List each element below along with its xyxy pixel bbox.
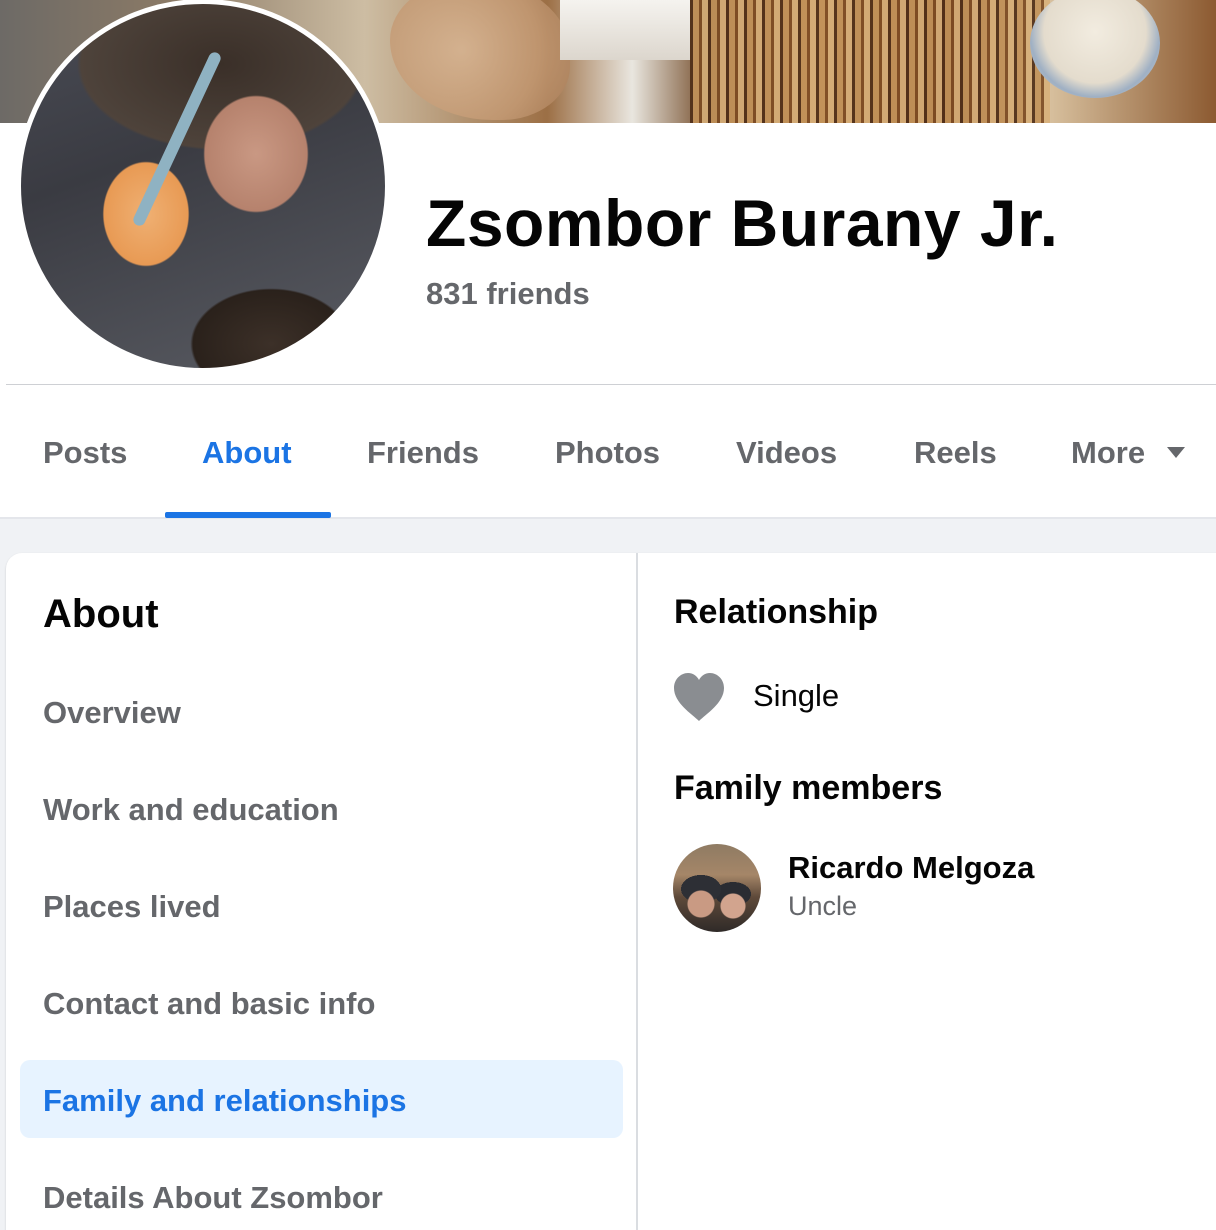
family-member-name[interactable]: Ricardo Melgoza xyxy=(788,850,1034,886)
heart-icon xyxy=(674,673,724,721)
tab-videos[interactable]: Videos xyxy=(736,435,837,471)
chevron-down-icon[interactable] xyxy=(1167,447,1185,458)
about-section-title: About xyxy=(43,592,159,636)
profile-header: Zsombor Burany Jr. 831 friends xyxy=(0,0,1216,386)
about-nav-contact-info[interactable]: Contact and basic info xyxy=(43,986,375,1022)
family-member-avatar[interactable] xyxy=(673,844,761,932)
profile-picture[interactable] xyxy=(16,0,390,373)
about-nav-work-education[interactable]: Work and education xyxy=(43,792,339,828)
profile-picture-straw xyxy=(131,50,223,228)
about-nav-family-relationships[interactable]: Family and relationships xyxy=(43,1083,406,1119)
profile-tabs: Posts About Friends Photos Videos Reels … xyxy=(0,385,1216,519)
tab-photos[interactable]: Photos xyxy=(555,435,660,471)
tab-friends[interactable]: Friends xyxy=(367,435,479,471)
about-nav-places-lived[interactable]: Places lived xyxy=(43,889,221,925)
tab-more[interactable]: More xyxy=(1071,435,1145,471)
cover-photo-hand xyxy=(390,0,570,120)
about-nav-overview[interactable]: Overview xyxy=(43,695,181,731)
about-nav-details[interactable]: Details About Zsombor xyxy=(43,1180,383,1216)
relationship-status: Single xyxy=(753,678,840,713)
cover-photo-textile xyxy=(690,0,1050,123)
family-member-relation: Uncle xyxy=(788,891,858,921)
profile-page: Zsombor Burany Jr. 831 friends Posts Abo… xyxy=(0,0,1216,1230)
active-tab-indicator xyxy=(165,512,331,518)
family-members-title: Family members xyxy=(674,769,943,807)
cover-photo-object xyxy=(560,0,690,60)
friends-count-link[interactable]: 831 friends xyxy=(426,276,590,312)
about-card-divider xyxy=(636,553,638,1230)
tab-about[interactable]: About xyxy=(202,435,292,471)
relationship-title: Relationship xyxy=(674,593,879,631)
tab-reels[interactable]: Reels xyxy=(914,435,997,471)
tab-posts[interactable]: Posts xyxy=(43,435,127,471)
profile-name: Zsombor Burany Jr. xyxy=(426,186,1059,260)
